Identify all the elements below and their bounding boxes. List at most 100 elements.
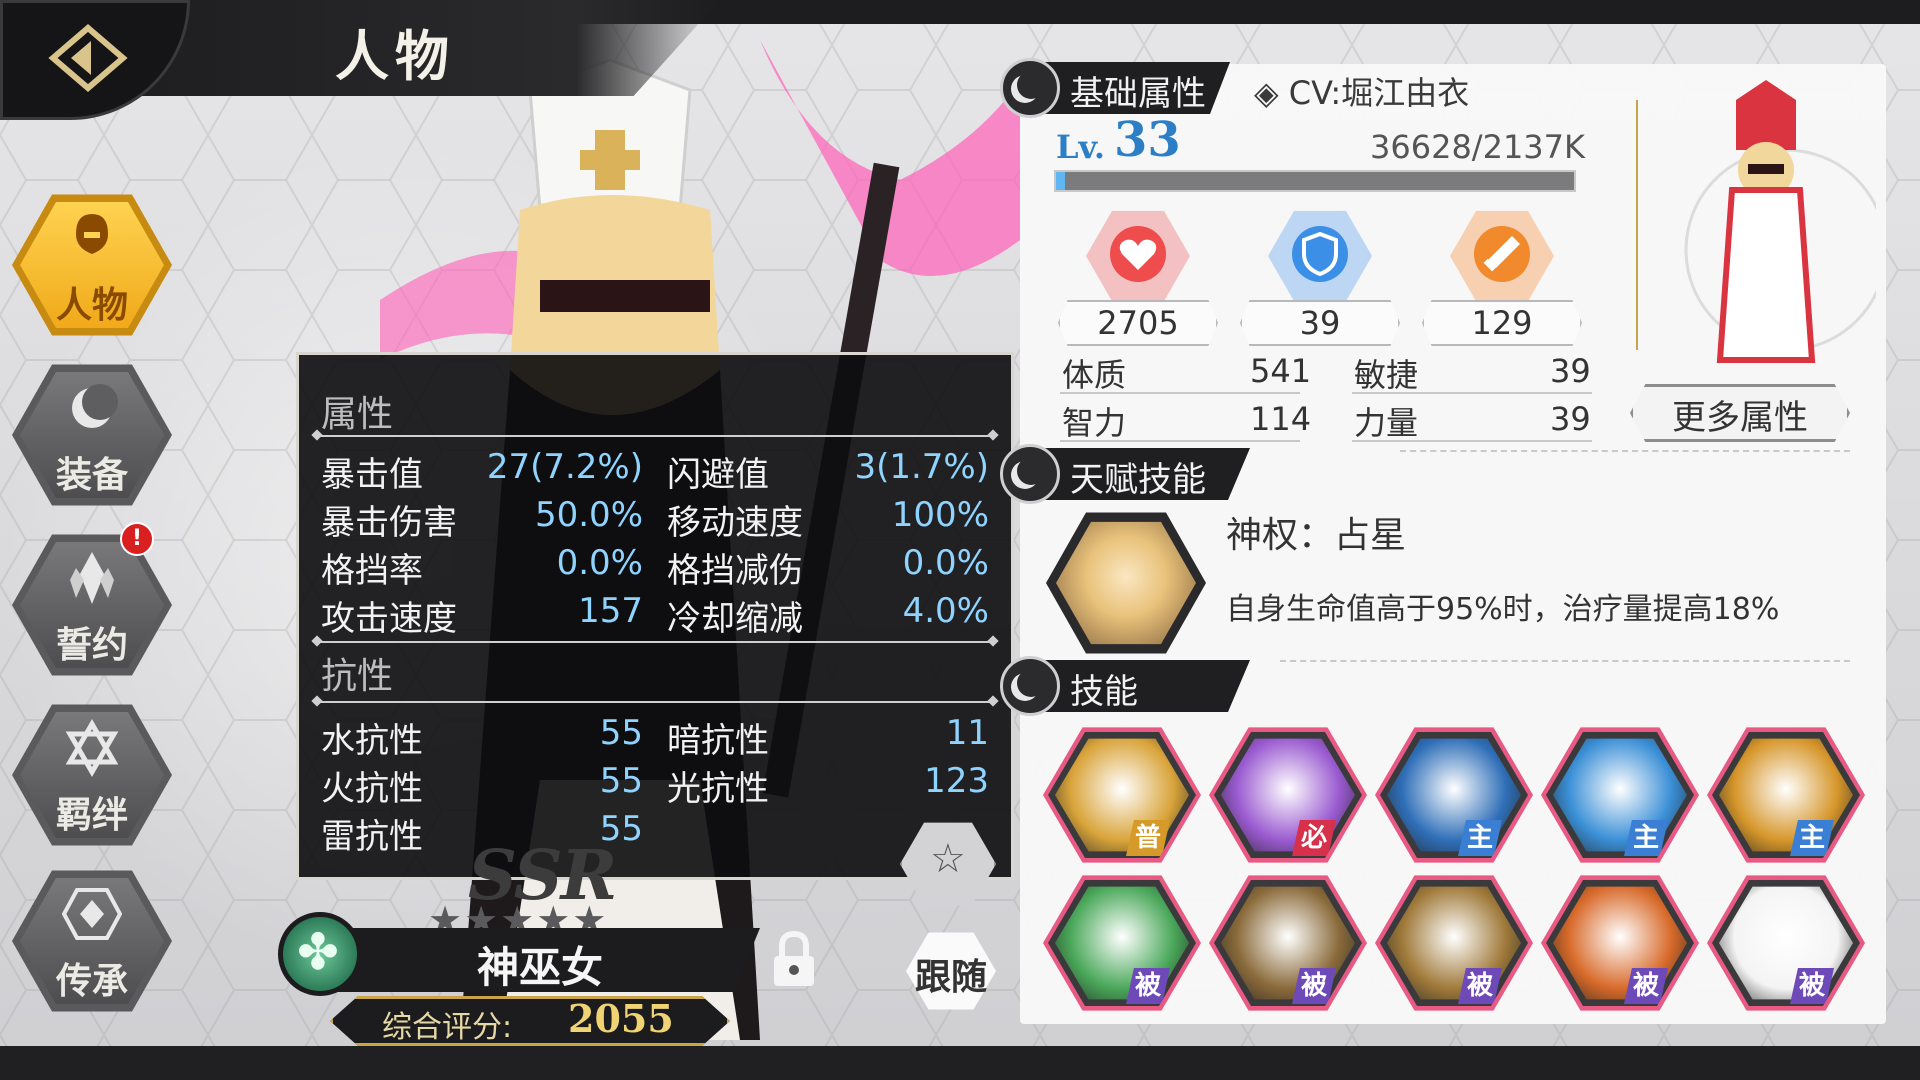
character-icon <box>76 214 108 254</box>
nav-item-inherit[interactable]: 传承 <box>12 866 172 1016</box>
character-name: 神巫女 <box>476 943 603 992</box>
nav-item-oath[interactable]: 誓约 <box>12 530 172 680</box>
stat-key: 敏捷 <box>1354 356 1419 394</box>
more-attributes-label[interactable]: 更多属性 <box>1630 390 1850 439</box>
moon-orb-icon <box>1000 58 1060 118</box>
attr-value: 3(1.7%) <box>854 447 989 487</box>
score-value: 2055 <box>568 996 674 1041</box>
attribute-popup: 属性 暴击值 27(7.2%) 闪避值 3(1.7%) 暴击伤害 50.0% 移动速度… <box>296 352 1014 880</box>
attr-row-crit-damage: 暴击伤害 50.0% <box>321 495 643 543</box>
score-label: 综合评分: <box>382 1010 513 1045</box>
divider <box>1060 440 1300 442</box>
oath-alert-badge: ! <box>120 522 154 556</box>
nav-label: 人物 <box>55 285 128 326</box>
stat-value: 39 <box>1550 352 1591 390</box>
attr-row-dodge: 闪避值 3(1.7%) <box>667 447 989 495</box>
moon-equip-icon <box>72 384 118 428</box>
healer-class-icon: ✤ <box>278 912 362 996</box>
talent-description: 自身生命值高于95%时，治疗量提高18% <box>1226 592 1780 627</box>
page-title: 人物 <box>335 24 455 88</box>
attr-value: 100% <box>891 495 989 535</box>
attr-key: 冷却缩减 <box>667 599 803 639</box>
resist-section-title: 抗性 <box>321 656 394 697</box>
lock-icon[interactable] <box>770 930 818 990</box>
attr-row-attack-speed: 攻击速度 157 <box>321 591 643 639</box>
divider <box>1060 392 1300 394</box>
heart-icon <box>1110 226 1166 282</box>
exp-text: 36628/2137K <box>1370 128 1585 166</box>
star-icon: ☆ <box>930 836 966 882</box>
resist-key: 火抗性 <box>321 769 423 809</box>
attr-row-block-reduce: 格挡减伤 0.0% <box>667 543 989 591</box>
attr-value: 50.0% <box>534 495 643 535</box>
level-label: Lv. <box>1056 128 1106 166</box>
level-value: 33 <box>1114 112 1181 168</box>
section-tag-label: 基础属性 <box>1070 74 1206 114</box>
nav-label: 羁绊 <box>55 795 128 836</box>
hp-value: 2705 <box>1097 304 1179 342</box>
atk-value: 129 <box>1471 304 1533 342</box>
skill-art <box>1221 886 1355 1000</box>
nav-item-bond[interactable]: 羁绊 <box>12 700 172 850</box>
resist-row-light: 光抗性 123 <box>667 761 989 809</box>
resist-value: 55 <box>599 713 643 753</box>
resist-key: 光抗性 <box>667 769 769 809</box>
attr-key: 移动速度 <box>667 503 803 543</box>
divider <box>317 435 993 437</box>
talent-name: 神权：占星 <box>1226 515 1407 556</box>
skill-art <box>1221 738 1355 852</box>
exp-fill <box>1056 172 1065 190</box>
divider <box>1400 450 1850 454</box>
resist-value: 123 <box>924 761 989 801</box>
skill-art <box>1055 738 1189 852</box>
nav-item-equipment[interactable]: 装备 <box>12 360 172 510</box>
attr-section-title: 属性 <box>321 394 394 435</box>
back-arrow-icon <box>48 24 128 92</box>
stat-value: 541 <box>1250 352 1312 390</box>
inherit-emblem-icon <box>62 888 122 940</box>
section-tag-label: 天赋技能 <box>1070 460 1206 500</box>
divider <box>1352 392 1592 394</box>
resist-row-fire: 火抗性 55 <box>321 761 643 809</box>
shield-icon <box>1292 226 1348 282</box>
resist-key: 雷抗性 <box>321 817 423 857</box>
attr-key: 攻击速度 <box>321 599 457 639</box>
voice-actor: ◈ CV:堀江由衣 <box>1254 74 1470 112</box>
attr-value: 0.0% <box>556 543 643 583</box>
nav-label: 誓约 <box>55 625 128 666</box>
follow-button-label[interactable]: 跟随 <box>906 948 996 1000</box>
resist-row-dark: 暗抗性 11 <box>667 713 989 761</box>
attr-key: 暴击伤害 <box>321 503 457 543</box>
divider <box>317 701 993 703</box>
stat-key: 智力 <box>1062 404 1127 442</box>
resist-value: 11 <box>945 713 989 753</box>
skill-art <box>1387 738 1521 852</box>
resist-key: 暗抗性 <box>667 721 769 761</box>
divider <box>317 641 993 643</box>
attr-row-move-speed: 移动速度 100% <box>667 495 989 543</box>
divider <box>1280 660 1850 664</box>
attr-key: 暴击值 <box>321 455 423 495</box>
moon-orb-icon <box>1000 656 1060 716</box>
crystal-oath-icon <box>70 552 114 604</box>
attr-key: 格挡减伤 <box>667 551 803 591</box>
basic-attr-tag: 基础属性 <box>1030 62 1230 114</box>
resist-row-water: 水抗性 55 <box>321 713 643 761</box>
sword-icon <box>1474 226 1530 282</box>
attr-value: 0.0% <box>902 543 989 583</box>
attr-value: 4.0% <box>902 591 989 631</box>
nav-item-character[interactable]: 人物 <box>12 190 172 340</box>
talent-tag: 天赋技能 <box>1030 448 1250 500</box>
skill-art <box>1387 886 1521 1000</box>
stat-value: 39 <box>1550 400 1591 438</box>
moon-orb-icon <box>1000 444 1060 504</box>
nav-label: 传承 <box>55 961 128 1002</box>
exp-bar <box>1054 170 1576 192</box>
resist-value: 55 <box>599 761 643 801</box>
attr-row-cooldown: 冷却缩减 4.0% <box>667 591 989 639</box>
attr-row-block-rate: 格挡率 0.0% <box>321 543 643 591</box>
skills-tag: 技能 <box>1030 660 1250 712</box>
skill-art <box>1553 738 1687 852</box>
stat-key: 体质 <box>1062 356 1127 394</box>
skill-art <box>1553 886 1687 1000</box>
